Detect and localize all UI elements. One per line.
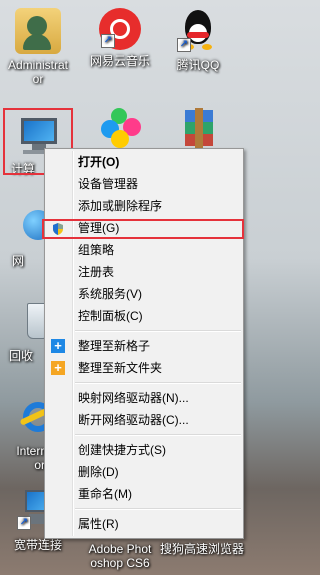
menu-item-map-network-drive[interactable]: 映射网络驱动器(N)... (45, 387, 243, 409)
menu-separator (75, 330, 241, 332)
desktop: Administrat or ↗ 网易云音乐 ↗ 腾讯QQ 计算 网 回收 In… (0, 0, 312, 575)
shortcut-arrow-icon: ↗ (101, 34, 115, 48)
icon-label: 腾讯QQ (176, 58, 220, 72)
menu-item-delete[interactable]: 删除(D) (45, 461, 243, 483)
menu-item-label: 创建快捷方式(S) (78, 443, 166, 457)
menu-item-label: 断开网络驱动器(C)... (78, 413, 189, 427)
menu-item-label: 删除(D) (78, 465, 119, 479)
icon-label: oshop CS6 (90, 556, 150, 570)
menu-item-system-services[interactable]: 系统服务(V) (45, 283, 243, 305)
plus-orange-icon: + (51, 361, 65, 375)
desktop-icon-qq[interactable]: ↗ 腾讯QQ (160, 4, 236, 72)
menu-item-registry[interactable]: 注册表 (45, 261, 243, 283)
menu-item-new-grid[interactable]: + 整理至新格子 (45, 335, 243, 357)
menu-item-label: 组策略 (78, 243, 115, 257)
icon-label: or (32, 72, 44, 86)
icon-label: Adobe Phot (88, 542, 152, 556)
menu-separator (75, 434, 241, 436)
menu-item-open[interactable]: 打开(O) (45, 151, 243, 173)
qq-penguin-icon: ↗ (175, 8, 221, 54)
menu-item-label: 整理至新文件夹 (78, 361, 163, 375)
context-menu: 打开(O) 设备管理器 添加或删除程序 管理(G) 组策略 注册表 系统服务(V… (44, 148, 244, 539)
desktop-icon-netease-music[interactable]: ↗ 网易云音乐 (82, 4, 158, 68)
menu-item-add-remove-programs[interactable]: 添加或删除程序 (45, 195, 243, 217)
icon-label: 网易云音乐 (89, 54, 150, 68)
icon-label: Administrat (7, 58, 69, 72)
manage-item-highlight (42, 219, 244, 239)
menu-item-disconnect-network-drive[interactable]: 断开网络驱动器(C)... (45, 409, 243, 431)
desktop-icon-sogou[interactable]: 搜狗高速浏览器 (160, 542, 244, 556)
menu-separator (75, 508, 241, 510)
icon-label: 搜狗高速浏览器 (160, 542, 245, 556)
menu-item-label: 映射网络驱动器(N)... (78, 391, 189, 405)
menu-item-label: 打开(O) (78, 155, 120, 169)
icon-label: 宽带连接 (13, 538, 62, 552)
winrar-books-icon (175, 106, 221, 152)
pinwheel-icon (97, 106, 143, 152)
user-folder-icon (15, 8, 61, 54)
menu-item-label: 整理至新格子 (78, 339, 151, 353)
menu-item-label: 属性(R) (78, 517, 119, 531)
menu-item-properties[interactable]: 属性(R) (45, 513, 243, 535)
menu-item-control-panel[interactable]: 控制面板(C) (45, 305, 243, 327)
desktop-icon-administrator[interactable]: Administrat or (0, 4, 76, 86)
menu-item-group-policy[interactable]: 组策略 (45, 239, 243, 261)
menu-item-label: 系统服务(V) (78, 287, 142, 301)
shortcut-arrow-icon: ↗ (177, 38, 191, 52)
shortcut-arrow-icon: ↗ (17, 516, 31, 530)
plus-blue-icon: + (51, 339, 65, 353)
netease-music-icon: ↗ (99, 8, 141, 50)
menu-item-device-manager[interactable]: 设备管理器 (45, 173, 243, 195)
menu-item-label: 设备管理器 (78, 177, 139, 191)
desktop-icon-photoshop[interactable]: Adobe Phot oshop CS6 (82, 542, 158, 570)
menu-item-label: 控制面板(C) (78, 309, 143, 323)
menu-separator (75, 382, 241, 384)
menu-item-label: 重命名(M) (78, 487, 132, 501)
menu-item-label: 添加或删除程序 (78, 199, 163, 213)
menu-item-new-folder[interactable]: + 整理至新文件夹 (45, 357, 243, 379)
menu-item-label: 注册表 (78, 265, 115, 279)
menu-item-create-shortcut[interactable]: 创建快捷方式(S) (45, 439, 243, 461)
menu-item-rename[interactable]: 重命名(M) (45, 483, 243, 505)
